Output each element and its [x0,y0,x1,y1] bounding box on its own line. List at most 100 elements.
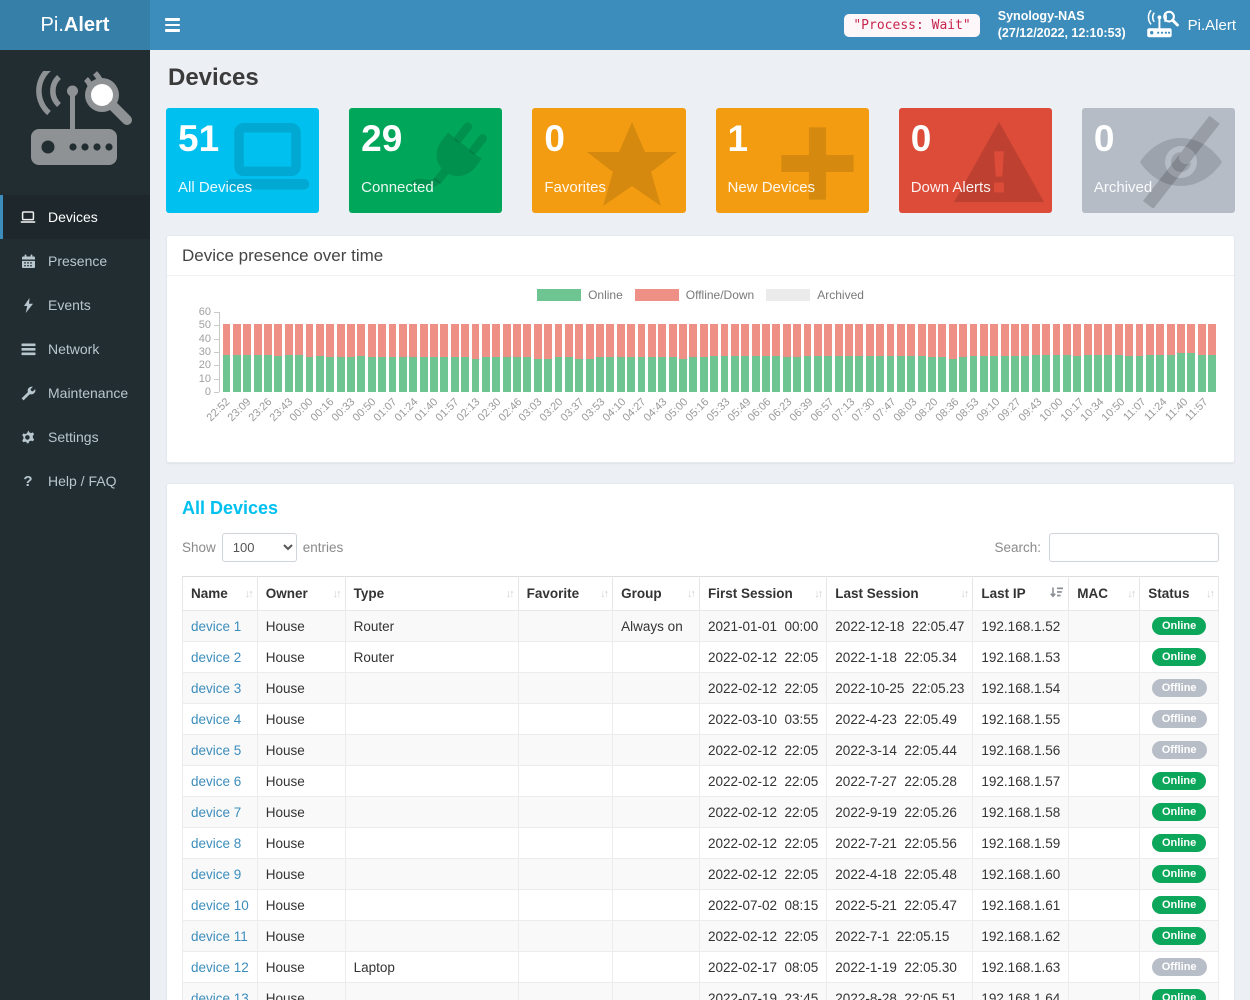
chart-bar [638,324,646,392]
chart-bar [523,324,531,392]
sidebar-item-maintenance[interactable]: Maintenance [0,371,150,415]
card-new-devices[interactable]: 1 New Devices [716,108,869,213]
table-controls: Show 100 entries Search: [182,533,1219,562]
column-header-last-session[interactable]: Last Session↓↑ [827,577,973,611]
column-header-type[interactable]: Type↓↑ [345,577,518,611]
card-connected[interactable]: 29 Connected [349,108,502,213]
column-header-status[interactable]: Status↓↑ [1140,577,1219,611]
mac-cell [1069,921,1140,952]
last-session-cell: 2022-1-19 22:05.30 [827,952,973,983]
column-header-first-session[interactable]: First Session↓↑ [699,577,826,611]
last-ip-cell: 192.168.1.59 [973,828,1069,859]
presence-chart-panel: Device presence over time Online Offline/… [166,235,1235,463]
table-row: device 6House2022-02-12 22:052022-7-27 2… [183,766,1219,797]
header-brand-right[interactable]: Pi.Alert [1144,10,1236,40]
page-length-select[interactable]: 100 [222,533,297,562]
chart-bar [1011,324,1019,392]
favorite-cell [518,797,613,828]
sort-icon: ↓↑ [1127,588,1134,600]
device-link[interactable]: device 5 [191,743,241,758]
sidebar-item-network[interactable]: Network [0,327,150,371]
last-ip-cell: 192.168.1.57 [973,766,1069,797]
chart-panel-title: Device presence over time [167,236,1234,276]
device-link[interactable]: device 9 [191,867,241,882]
chart-bar [1001,324,1009,392]
status-badge: Online [1152,927,1206,945]
device-link[interactable]: device 8 [191,836,241,851]
table-row: device 12HouseLaptop2022-02-17 08:052022… [183,952,1219,983]
search-input[interactable] [1049,533,1219,562]
chart-bar [1156,324,1164,392]
legend-item[interactable]: Archived [766,288,864,302]
table-row: device 1HouseRouterAlways on2021-01-01 0… [183,611,1219,642]
device-link[interactable]: device 13 [191,991,249,1000]
chart-bar [1125,324,1133,392]
card-label: Connected [361,179,490,196]
type-cell [345,766,518,797]
sidebar-item-devices[interactable]: Devices [0,195,150,239]
card-all-devices[interactable]: 51 All Devices [166,108,319,213]
card-value: 0 [911,118,1040,161]
device-link[interactable]: device 1 [191,619,241,634]
router-scan-logo-icon [17,71,133,175]
status-badge: Online [1152,617,1206,635]
column-header-mac[interactable]: MAC↓↑ [1069,577,1140,611]
name-cell: device 9 [183,859,258,890]
card-down-alerts[interactable]: 0 Down Alerts [899,108,1052,213]
chart-plot [219,312,1218,392]
group-cell [613,735,700,766]
chart-bar [669,324,677,392]
legend-item[interactable]: Online [537,288,623,302]
sidebar-item-settings[interactable]: Settings [0,415,150,459]
sidebar-item-events[interactable]: Events [0,283,150,327]
status-badge: Offline [1152,741,1207,759]
sidebar-toggle-icon[interactable] [150,0,195,50]
status-cell: Online [1140,642,1219,673]
column-header-favorite[interactable]: Favorite↓↑ [518,577,613,611]
first-session-cell: 2022-02-12 22:05 [699,735,826,766]
device-link[interactable]: device 2 [191,650,241,665]
device-link[interactable]: device 3 [191,681,241,696]
column-header-owner[interactable]: Owner↓↑ [257,577,345,611]
card-archived[interactable]: 0 Archived [1082,108,1235,213]
sidebar-item-presence[interactable]: Presence [0,239,150,283]
device-link[interactable]: device 6 [191,774,241,789]
status-badge: Offline [1152,679,1207,697]
status-badge: Online [1152,772,1206,790]
brand-logo[interactable]: Pi.Alert [0,0,150,50]
chart-bar [1084,324,1092,392]
device-link[interactable]: device 11 [191,929,248,944]
device-link[interactable]: device 12 [191,960,249,975]
sidebar-item-help[interactable]: ? Help / FAQ [0,459,150,503]
chart-bar [544,324,552,392]
chart-bar [1177,324,1185,392]
favorite-cell [518,983,613,1000]
card-favorites[interactable]: 0 Favorites [532,108,685,213]
owner-cell: House [257,611,345,642]
presence-chart: 0102030405060 [183,312,1218,392]
column-header-group[interactable]: Group↓↑ [613,577,700,611]
table-row: device 11House2022-02-12 22:052022-7-1 2… [183,921,1219,952]
column-header-name[interactable]: Name↓↑ [183,577,258,611]
column-header-last-ip[interactable]: Last IP [973,577,1069,611]
name-cell: device 7 [183,797,258,828]
y-tick-label: 10 [199,373,211,385]
chart-bar [990,324,998,392]
status-cell: Online [1140,766,1219,797]
owner-cell: House [257,673,345,704]
type-cell [345,704,518,735]
device-link[interactable]: device 10 [191,898,249,913]
chart-bar [482,324,490,392]
legend-item[interactable]: Offline/Down [635,288,754,302]
device-link[interactable]: device 7 [191,805,241,820]
sort-icon: ↓↑ [245,588,252,600]
chart-bar [503,324,511,392]
device-link[interactable]: device 4 [191,712,241,727]
host-name: Synology-NAS [998,8,1126,25]
favorite-cell [518,611,613,642]
owner-cell: House [257,642,345,673]
mac-cell [1069,828,1140,859]
owner-cell: House [257,952,345,983]
card-label: Archived [1094,179,1223,196]
chart-bar [970,324,978,392]
